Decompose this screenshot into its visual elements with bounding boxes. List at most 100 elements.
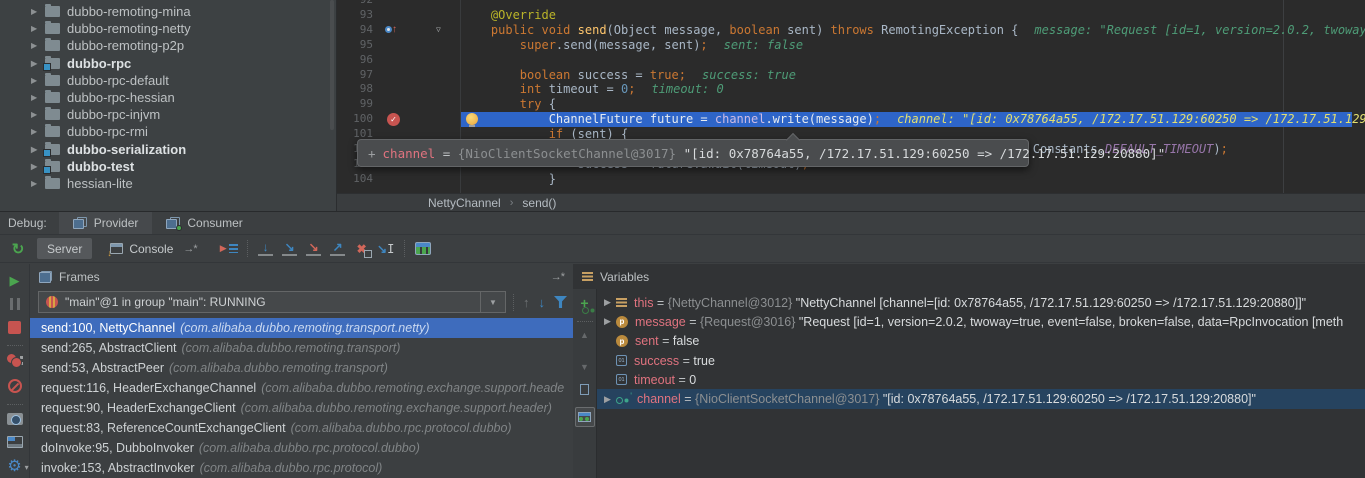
step-over-button[interactable]: ↓ <box>254 238 278 260</box>
expand-arrow-icon[interactable]: ▶ <box>31 24 45 33</box>
line-number[interactable]: 93 <box>337 8 373 23</box>
code-line-93: 93 @Override <box>337 8 1365 23</box>
variable-row-timeout[interactable]: 01timeout = 0 <box>597 370 1365 389</box>
stack-frame-row[interactable]: request:83, ReferenceCountExchangeClient… <box>30 418 573 438</box>
tree-item-dubbo-rpc-hessian[interactable]: ▶dubbo-rpc-hessian <box>0 89 336 106</box>
hide-library-frames-filter-icon[interactable] <box>554 296 567 308</box>
stack-frame-row[interactable]: doInvoke:95, DubboInvoker(com.alibaba.du… <box>30 438 573 458</box>
restore-layout-button[interactable] <box>7 436 23 448</box>
frame-package: (com.alibaba.dubbo.rpc.protocol.dubbo) <box>291 421 512 435</box>
line-number[interactable]: 97 <box>337 68 373 83</box>
resume-button[interactable]: ▶ <box>10 274 20 287</box>
debugger-value-tooltip: +channel = {NioClientSocketChannel@3017}… <box>357 139 1029 167</box>
expand-arrow-icon[interactable]: ▶ <box>599 297 616 308</box>
folder-icon <box>45 92 60 103</box>
expand-arrow-icon[interactable]: ▶ <box>31 127 45 136</box>
tree-item-label: dubbo-rpc <box>67 56 131 71</box>
view-breakpoints-button[interactable] <box>7 354 23 368</box>
expand-arrow-icon[interactable]: ▶ <box>31 41 45 50</box>
debug-tab-consumer[interactable]: Consumer <box>152 212 256 234</box>
variable-row-success[interactable]: 01success = true <box>597 351 1365 370</box>
expand-arrow-icon[interactable]: ▶ <box>31 7 45 16</box>
expand-arrow-icon[interactable]: ▶ <box>31 179 45 188</box>
variable-value: true <box>693 354 715 368</box>
show-execution-point-button[interactable]: ▶ <box>217 238 241 260</box>
tree-item-label: dubbo-remoting-netty <box>67 21 191 36</box>
tab-server[interactable]: Server <box>37 238 92 259</box>
stop-button[interactable] <box>8 321 21 334</box>
show-watches-toggle-button[interactable] <box>575 407 595 427</box>
line-number[interactable]: 92 <box>337 0 373 8</box>
line-number[interactable]: 104 <box>337 172 373 187</box>
next-frame-button[interactable]: ↓ <box>539 295 546 310</box>
variable-equals: = <box>675 373 689 387</box>
expand-arrow-icon[interactable]: ▶ <box>599 394 616 405</box>
line-number[interactable]: 95 <box>337 38 373 53</box>
line-number[interactable]: 98 <box>337 82 373 97</box>
tree-item-label: dubbo-rpc-default <box>67 73 169 88</box>
tab-console[interactable]: Console →* <box>100 238 206 259</box>
line-number[interactable]: 96 <box>337 53 373 68</box>
thread-dropdown-arrow[interactable]: ▼ <box>481 291 506 313</box>
breadcrumb-method[interactable]: send() <box>522 196 556 210</box>
tree-item-dubbo-rpc-injvm[interactable]: ▶ dubbo-rpc-injvm <box>0 106 336 123</box>
tree-item-label: dubbo-rpc-injvm <box>67 107 160 122</box>
variable-row-this[interactable]: ▶this = {NettyChannel@3012} "NettyChanne… <box>597 293 1365 312</box>
copy-value-button[interactable] <box>580 384 589 395</box>
stack-frame-row[interactable]: send:53, AbstractPeer(com.alibaba.dubbo.… <box>30 358 573 378</box>
rerun-icon[interactable]: ↻ <box>7 240 29 258</box>
stack-frame-row[interactable]: invoke:153, AbstractInvoker(com.alibaba.… <box>30 458 573 478</box>
watches-in-variables-icon <box>578 412 591 422</box>
expand-plus-icon[interactable]: + <box>368 146 376 161</box>
previous-frame-button[interactable]: ↑ <box>523 295 530 310</box>
tree-item-hessian-lite[interactable]: ▶hessian-lite <box>0 175 336 192</box>
code-editor[interactable]: 9293 @Override94↑▽ public void send(Obje… <box>337 0 1365 193</box>
breadcrumb-class[interactable]: NettyChannel <box>428 196 501 210</box>
stack-frame-row[interactable]: send:100, NettyChannel(com.alibaba.dubbo… <box>30 318 573 338</box>
line-number[interactable]: 94 <box>337 23 373 38</box>
new-watch-button[interactable]: + <box>580 297 588 309</box>
variable-row-sent[interactable]: psent = false <box>597 332 1365 351</box>
force-step-into-button[interactable]: ↘ <box>302 238 326 260</box>
tree-item-dubbo-remoting-mina[interactable]: ▶dubbo-remoting-mina <box>0 3 336 20</box>
line-number[interactable]: 100 <box>337 112 373 127</box>
tree-item-dubbo-rpc-rmi[interactable]: ▶dubbo-rpc-rmi <box>0 123 336 140</box>
thread-label: "main"@1 in group "main": RUNNING <box>65 295 266 309</box>
debug-tab-provider[interactable]: Provider <box>59 212 153 234</box>
tree-item-dubbo-serialization[interactable]: ▶dubbo-serialization <box>0 141 336 158</box>
tree-item-dubbo-rpc[interactable]: ▶dubbo-rpc <box>0 55 336 72</box>
expand-arrow-icon[interactable]: ▶ <box>31 76 45 85</box>
run-to-cursor-button[interactable]: ↘I <box>374 238 398 260</box>
thread-dropdown[interactable]: "main"@1 in group "main": RUNNING <box>38 291 481 313</box>
stack-frame-row[interactable]: send:265, AbstractClient(com.alibaba.dub… <box>30 338 573 358</box>
stack-frame-row[interactable]: request:116, HeaderExchangeChannel(com.a… <box>30 378 573 398</box>
expand-arrow-icon[interactable]: ▶ <box>599 316 616 327</box>
drop-frame-button[interactable]: ✖ <box>350 238 374 260</box>
expand-arrow-icon[interactable]: ▶ <box>31 110 45 119</box>
variable-row-channel[interactable]: ▶channel = {NioClientSocketChannel@3017}… <box>597 389 1365 408</box>
line-number[interactable]: 99 <box>337 97 373 112</box>
mute-breakpoints-button[interactable] <box>8 379 22 393</box>
pause-button[interactable] <box>10 298 20 310</box>
tree-scrollbar[interactable] <box>330 0 334 130</box>
tree-item-dubbo-rpc-default[interactable]: ▶ dubbo-rpc-default <box>0 72 336 89</box>
overrides-method-icon[interactable]: ↑ <box>385 25 397 35</box>
tree-item-dubbo-remoting-p2p[interactable]: ▶dubbo-remoting-p2p <box>0 37 336 54</box>
tree-item-dubbo-test[interactable]: ▶dubbo-test <box>0 158 336 175</box>
settings-gear-button[interactable]: ⚙ <box>7 459 21 475</box>
step-out-button[interactable]: ↗ <box>326 238 350 260</box>
drop-frame-icon: ✖ <box>357 242 367 256</box>
pin-icon[interactable]: →* <box>551 271 564 283</box>
variable-row-message[interactable]: ▶pmessage = {Request@3016} "Request [id=… <box>597 312 1365 331</box>
expand-arrow-icon[interactable]: ▶ <box>31 93 45 102</box>
fold-marker-icon[interactable]: ▽ <box>436 23 441 38</box>
step-into-button[interactable]: ↘ <box>278 238 302 260</box>
thread-dump-button[interactable] <box>7 413 23 425</box>
evaluate-expression-button[interactable] <box>411 238 435 260</box>
breakpoint-icon[interactable]: ✓ <box>387 113 400 126</box>
stack-frame-row[interactable]: request:90, HeaderExchangeClient(com.ali… <box>30 398 573 418</box>
move-watch-down-button[interactable]: ▼ <box>580 362 589 372</box>
move-watch-up-button[interactable]: ▲ <box>580 330 589 340</box>
tree-item-dubbo-remoting-netty[interactable]: ▶ dubbo-remoting-netty <box>0 20 336 37</box>
tree-item-label: dubbo-test <box>67 159 134 174</box>
